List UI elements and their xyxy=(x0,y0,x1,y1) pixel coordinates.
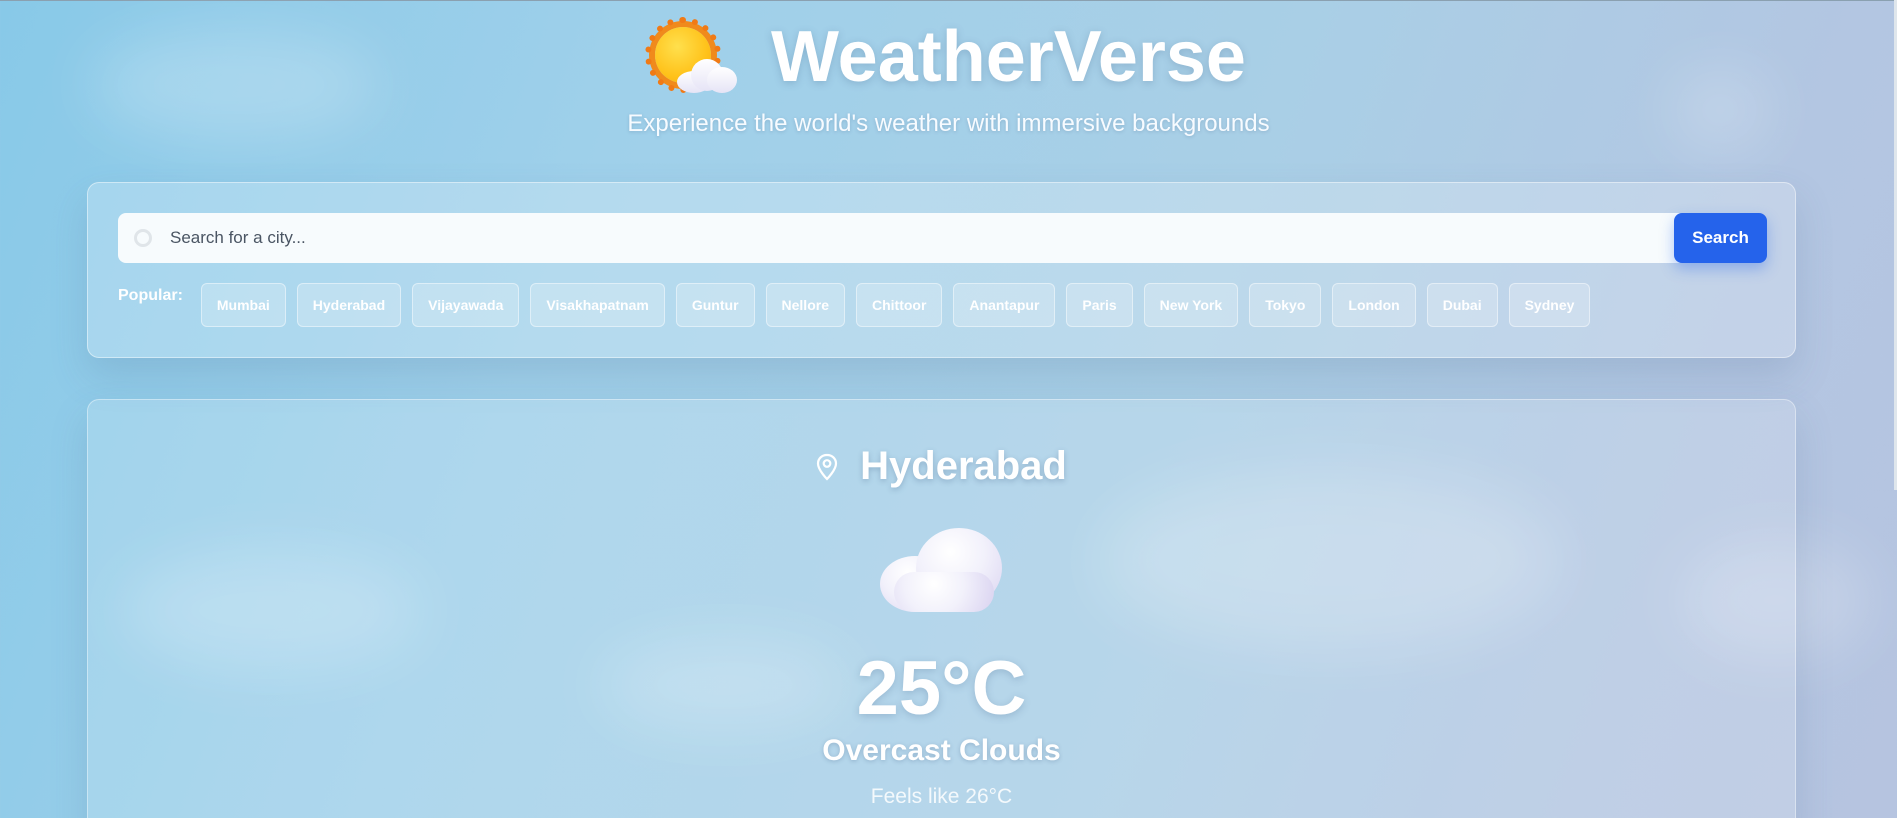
city-chip-paris[interactable]: Paris xyxy=(1066,283,1133,327)
city-chip-sydney[interactable]: Sydney xyxy=(1508,283,1591,327)
city-chip-new-york[interactable]: New York xyxy=(1143,283,1239,327)
city-chip-anantapur[interactable]: Anantapur xyxy=(953,283,1056,327)
search-icon xyxy=(132,227,154,249)
city-chip-tokyo[interactable]: Tokyo xyxy=(1249,283,1322,327)
city-chip-dubai[interactable]: Dubai xyxy=(1426,283,1498,327)
city-chip-chittoor[interactable]: Chittoor xyxy=(855,283,943,327)
search-input[interactable] xyxy=(168,227,1672,249)
weather-card: Hyderabad 25°C Overcast Clouds Feels lik… xyxy=(87,399,1796,818)
city-chip-mumbai[interactable]: Mumbai xyxy=(200,283,286,327)
window-top-border xyxy=(0,0,1897,1)
search-panel: Search Popular: Mumbai Hyderabad Vijayaw… xyxy=(87,182,1796,358)
city-chip-london[interactable]: London xyxy=(1332,283,1416,327)
city-chip-hyderabad[interactable]: Hyderabad xyxy=(296,283,402,327)
title-row: WeatherVerse xyxy=(0,14,1897,100)
popular-label: Popular: xyxy=(118,287,183,304)
weather-condition: Overcast Clouds xyxy=(822,734,1061,767)
city-chip-visakhapatnam[interactable]: Visakhapatnam xyxy=(530,283,665,327)
header: WeatherVerse Experience the world's weat… xyxy=(0,14,1897,138)
app-subtitle: Experience the world's weather with imme… xyxy=(627,110,1270,137)
app-title: WeatherVerse xyxy=(771,17,1246,97)
search-button[interactable]: Search xyxy=(1674,213,1767,263)
cloud-icon xyxy=(880,528,1004,612)
map-pin-icon xyxy=(816,453,838,481)
search-field[interactable] xyxy=(118,213,1741,263)
city-chip-nellore[interactable]: Nellore xyxy=(765,283,845,327)
feels-like: Feels like 26°C xyxy=(870,785,1013,808)
location-row: Hyderabad xyxy=(88,444,1795,489)
city-chip-vijayawada[interactable]: Vijayawada xyxy=(412,283,520,327)
popular-cities: Popular: Mumbai Hyderabad Vijayawada Vis… xyxy=(118,283,1601,327)
city-chip-guntur[interactable]: Guntur xyxy=(675,283,755,327)
small-cloud-shape xyxy=(677,59,738,93)
temperature: 25°C xyxy=(856,646,1027,731)
sun-behind-cloud-icon xyxy=(645,17,741,97)
city-name: Hyderabad xyxy=(860,444,1067,488)
